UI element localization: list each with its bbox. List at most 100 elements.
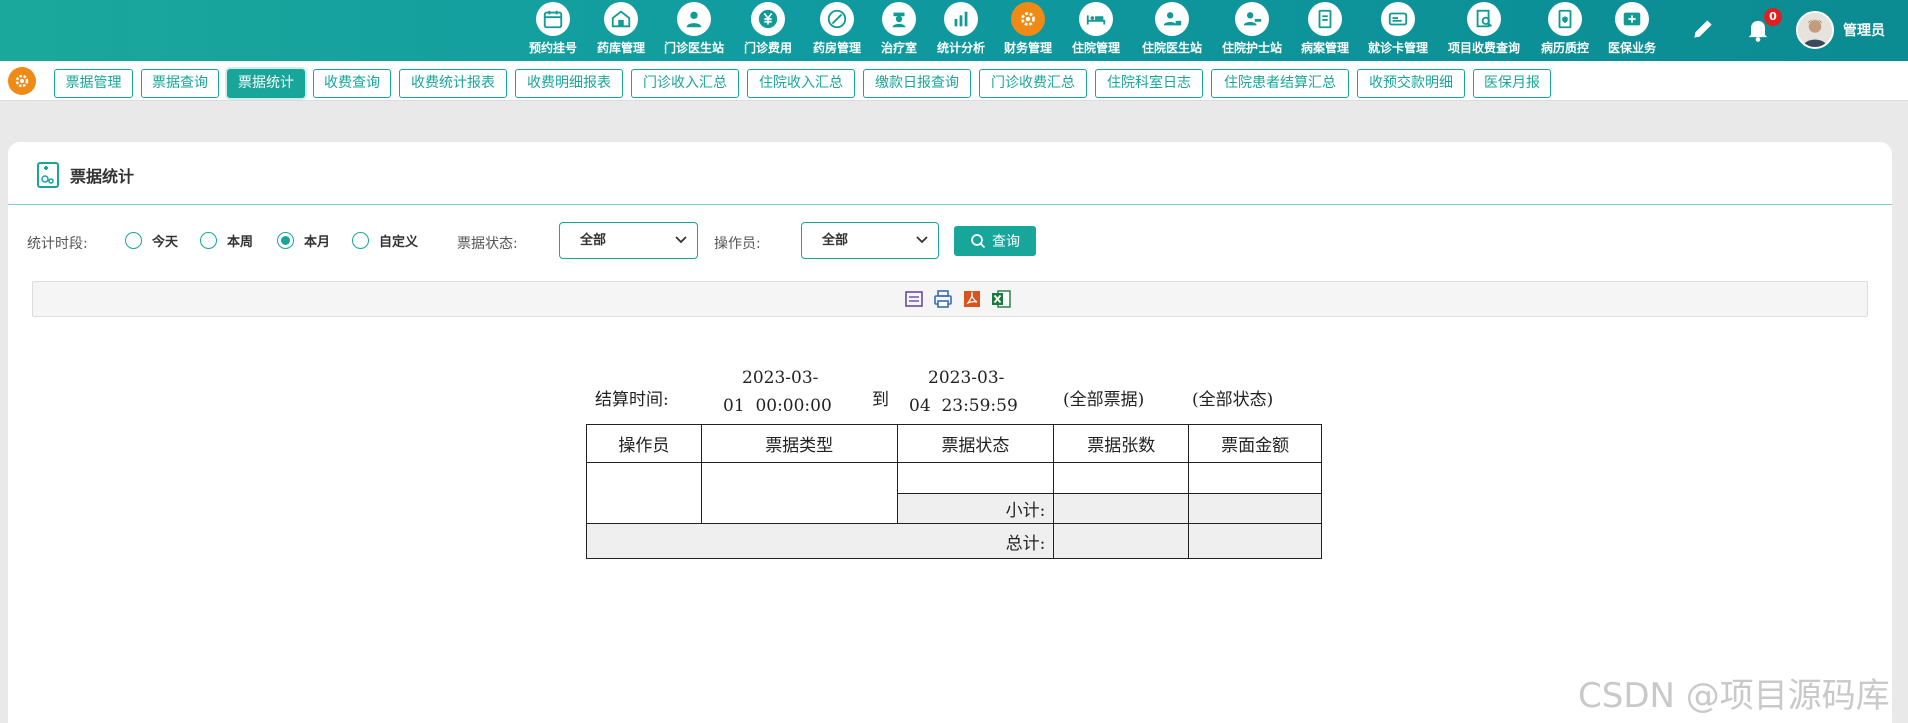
- bill-status-select[interactable]: 全部: [559, 222, 698, 259]
- nav-item-record-qc[interactable]: 病历质控: [1527, 2, 1603, 60]
- tab-insurance-monthly[interactable]: 医保月报: [1473, 69, 1551, 98]
- doctor-card-icon: [1155, 2, 1189, 36]
- query-button[interactable]: 查询: [954, 226, 1036, 256]
- settle-time-label: 结算时间:: [595, 390, 669, 410]
- nav-item-medical-records[interactable]: 病案管理: [1287, 2, 1363, 60]
- divider: [8, 204, 1892, 205]
- nav-item-appointment[interactable]: 预约挂号: [515, 2, 591, 60]
- nav-label: 药库管理: [596, 41, 645, 55]
- radio-circle[interactable]: [352, 232, 369, 249]
- radio-today[interactable]: 今天: [125, 231, 178, 250]
- nav-label: 住院护士站: [1221, 41, 1282, 55]
- period-label: 统计时段:: [27, 236, 88, 252]
- end-date: 2023-03-: [928, 368, 1005, 388]
- nav-item-insurance[interactable]: 医保业务: [1594, 2, 1670, 60]
- tab-bill-statistics[interactable]: 票据统计: [227, 69, 305, 98]
- nav-item-inpatient-doctor[interactable]: 住院医生站: [1134, 2, 1210, 60]
- nav-label: 预约挂号: [528, 41, 577, 55]
- doctor-icon: [677, 2, 711, 36]
- bill-status-label: 票据状态:: [457, 236, 518, 252]
- radio-label: 今天: [152, 235, 179, 250]
- select-value: 全部: [580, 233, 607, 248]
- nav-item-outpatient-fee[interactable]: 门诊费用: [730, 2, 806, 60]
- settings-gear-icon[interactable]: [8, 67, 36, 95]
- radio-this-month[interactable]: 本月: [277, 231, 330, 250]
- tab-bill-management[interactable]: 票据管理: [54, 69, 133, 98]
- print-icon[interactable]: [932, 288, 954, 310]
- radio-circle[interactable]: [125, 232, 142, 249]
- nav-label: 就诊卡管理: [1367, 41, 1428, 55]
- nav-item-outpatient-doctor[interactable]: 门诊医生站: [656, 2, 732, 60]
- pdf-icon[interactable]: [961, 288, 983, 310]
- nav-item-visit-card[interactable]: 就诊卡管理: [1360, 2, 1436, 60]
- table-cell: [1053, 462, 1190, 494]
- table-cell: [1053, 523, 1190, 559]
- watermark: CSDN @项目源码库: [1578, 676, 1890, 716]
- file-icon: [1308, 2, 1342, 36]
- nav-label: 项目收费查询: [1447, 41, 1520, 55]
- operator-select[interactable]: 全部: [801, 222, 939, 259]
- column-header: 票据状态: [896, 424, 1055, 463]
- radio-label: 自定义: [379, 235, 419, 250]
- nav-item-statistics[interactable]: 统计分析: [923, 2, 999, 60]
- warehouse-icon: [604, 2, 638, 36]
- radio-this-week[interactable]: 本周: [200, 231, 253, 250]
- select-value: 全部: [822, 233, 849, 248]
- scope-text: (全部票据): [1063, 390, 1145, 410]
- table-cell: [1053, 493, 1190, 524]
- column-header: 票据张数: [1053, 424, 1190, 463]
- radio-label: 本月: [304, 235, 331, 250]
- tab-inpatient-income[interactable]: 住院收入汇总: [747, 69, 855, 98]
- nav-item-fee-query[interactable]: 项目收费查询: [1446, 2, 1522, 60]
- table-row: [586, 462, 1322, 524]
- start-time: 01 00:00:00: [723, 396, 832, 416]
- avatar[interactable]: [1796, 11, 1834, 49]
- tab-bill-query[interactable]: 票据查询: [141, 69, 219, 98]
- nav-label: 统计分析: [936, 41, 985, 55]
- report-toolbar: [32, 281, 1868, 317]
- table-cell: [896, 462, 1055, 494]
- tab-inpatient-settlement[interactable]: 住院患者结算汇总: [1211, 69, 1349, 98]
- column-header: 操作员: [586, 424, 702, 463]
- tab-outpatient-fee-summary[interactable]: 门诊收费汇总: [979, 69, 1087, 98]
- tab-ward-log[interactable]: 住院科室日志: [1095, 69, 1203, 98]
- tab-fee-query[interactable]: 收费查询: [313, 69, 391, 98]
- report-table: 操作员 票据类型 票据状态 票据张数 票面金额 小计: 总计:: [585, 424, 1322, 559]
- tab-fee-detail-report[interactable]: 收费明细报表: [515, 69, 623, 98]
- insurance-icon: [1615, 2, 1649, 36]
- radio-custom[interactable]: 自定义: [352, 231, 418, 250]
- tab-fee-stats-report[interactable]: 收费统计报表: [399, 69, 507, 98]
- to-label: 到: [872, 390, 889, 410]
- operator-label: 操作员:: [714, 236, 761, 252]
- table-cell: [1188, 523, 1322, 559]
- radio-circle[interactable]: [277, 232, 294, 249]
- main-card: 票据统计 统计时段: 今天 本周 本月 自定义 票据状态: 全部 操作员: 全部…: [8, 142, 1892, 723]
- nav-item-inpatient-nurse[interactable]: 住院护士站: [1214, 2, 1290, 60]
- excel-icon[interactable]: [990, 288, 1012, 310]
- tab-prepayment-detail[interactable]: 收预交款明细: [1357, 69, 1465, 98]
- shield-doc-icon: [1548, 2, 1582, 36]
- table-cell: [700, 462, 898, 524]
- bed-icon: [1079, 2, 1113, 36]
- table-header-row: 操作员 票据类型 票据状态 票据张数 票面金额: [586, 424, 1322, 463]
- nav-item-drug-warehouse[interactable]: 药库管理: [583, 2, 659, 60]
- page-title: 票据统计: [70, 167, 135, 186]
- radio-circle[interactable]: [200, 232, 217, 249]
- search-doc-icon: [1467, 2, 1501, 36]
- print-preview-icon[interactable]: [903, 288, 925, 310]
- tab-daily-payment[interactable]: 缴款日报查询: [863, 69, 971, 98]
- pen-icon[interactable]: [1690, 16, 1716, 42]
- username[interactable]: 管理员: [1843, 20, 1885, 40]
- pill-icon: [820, 2, 854, 36]
- nav-label: 门诊费用: [743, 41, 792, 55]
- subtotal-label: 小计:: [896, 493, 1055, 524]
- nav-item-finance[interactable]: 财务管理: [990, 2, 1066, 60]
- tab-outpatient-income[interactable]: 门诊收入汇总: [631, 69, 739, 98]
- chevron-down-icon: [675, 236, 687, 244]
- nurse-card-icon: [1235, 2, 1269, 36]
- nav-item-inpatient[interactable]: 住院管理: [1058, 2, 1134, 60]
- chevron-down-icon: [916, 236, 928, 244]
- gear-icon: [1011, 2, 1045, 36]
- report-icon: [37, 162, 59, 188]
- table-cell: [1188, 462, 1322, 494]
